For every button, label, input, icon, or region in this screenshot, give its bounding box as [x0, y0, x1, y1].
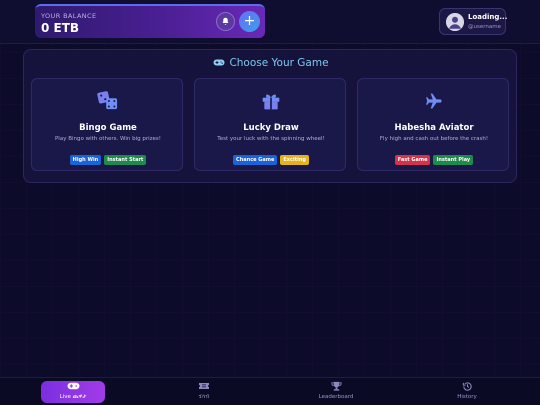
badge-list: Fast Game Instant Play	[358, 155, 510, 165]
balance-value: 0 ETB	[41, 21, 80, 35]
badge-instant-play: Instant Play	[433, 155, 474, 165]
panel-title-text: Choose Your Game	[229, 57, 329, 69]
nav-label: Live ጨዋታ	[59, 394, 87, 400]
panel-title: Choose Your Game	[24, 57, 518, 69]
notification-button[interactable]	[216, 12, 235, 31]
gamepad-icon	[67, 382, 79, 390]
badge-exciting: Exciting	[280, 155, 309, 165]
badge-instant-start: Instant Start	[104, 155, 147, 165]
user-profile-card[interactable]: Loading... @username	[439, 8, 508, 35]
plane-icon	[426, 93, 442, 109]
balance-card: YOUR BALANCE 0 ETB +	[35, 4, 265, 38]
game-title: Lucky Draw	[243, 123, 299, 133]
bottom-navigation: Live ጨዋታ ሂሳብ Leaderboard History	[0, 377, 540, 405]
badge-list: Chance Game Exciting	[195, 155, 347, 165]
game-description: Play Bingo with others. Win big prizes!	[54, 136, 161, 142]
badge-chance-game: Chance Game	[233, 155, 278, 165]
avatar	[446, 13, 464, 31]
nav-label: Leaderboard	[318, 394, 354, 400]
game-description: Test your luck with the spinning wheel!	[217, 136, 325, 142]
gamepad-icon	[213, 59, 225, 66]
game-selection-panel: Choose Your Game Bingo Game Play Bingo w…	[23, 49, 517, 183]
ticket-icon	[199, 383, 209, 389]
game-title: Bingo Game	[79, 123, 137, 133]
badge-list: High Win Instant Start	[32, 155, 184, 165]
user-handle: @username	[468, 24, 501, 30]
bell-icon	[222, 17, 229, 25]
user-name: Loading...	[468, 13, 508, 21]
nav-item-history[interactable]: History	[435, 381, 499, 403]
badge-fast-game: Fast Game	[394, 155, 431, 165]
nav-item-leaderboard[interactable]: Leaderboard	[304, 381, 368, 403]
nav-item-account[interactable]: ሂሳብ	[172, 381, 236, 403]
badge-high-win: High Win	[69, 155, 102, 165]
gift-icon	[262, 94, 280, 110]
nav-item-live-game[interactable]: Live ጨዋታ	[41, 381, 105, 403]
plus-icon: +	[243, 13, 256, 29]
game-card-aviator[interactable]: Habesha Aviator Fly high and cash out be…	[357, 78, 509, 171]
game-description: Fly high and cash out before the crash!	[379, 136, 489, 142]
balance-label: YOUR BALANCE	[41, 12, 97, 20]
dice-icon	[97, 91, 118, 110]
history-icon	[462, 382, 472, 391]
trophy-icon	[330, 381, 342, 391]
game-title: Habesha Aviator	[394, 123, 474, 133]
nav-label: ሂሳብ	[198, 394, 210, 400]
user-icon	[446, 13, 464, 31]
deposit-button[interactable]: +	[239, 11, 260, 32]
nav-label: History	[457, 394, 477, 400]
game-card-bingo[interactable]: Bingo Game Play Bingo with others. Win b…	[31, 78, 183, 171]
top-header: YOUR BALANCE 0 ETB + Loading... @usernam…	[0, 0, 540, 44]
game-card-lucky-draw[interactable]: Lucky Draw Test your luck with the spinn…	[194, 78, 346, 171]
